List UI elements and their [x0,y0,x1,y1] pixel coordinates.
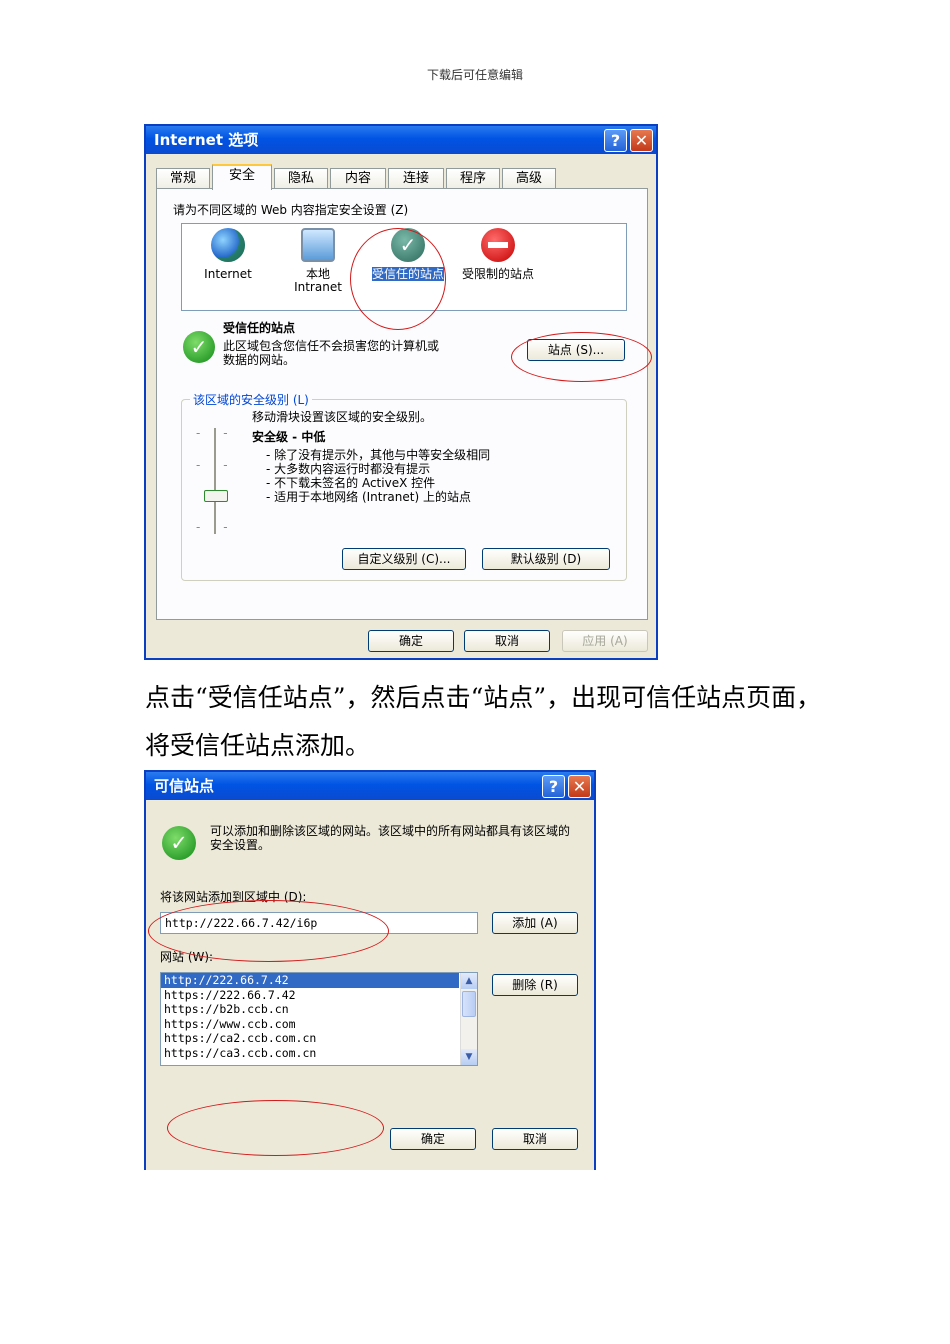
security-level-group: 该区域的安全级别 (L) - - - - - - 移动滑块设置该区域的安全级别。… [181,391,627,581]
list-item[interactable]: https://ca2.ccb.com.cn [161,1031,477,1046]
level-bullet: - 适用于本地网络 (Intranet) 上的站点 [266,490,471,504]
annotation-ellipse [148,900,389,962]
level-bullet: - 除了没有提示外，其他与中等安全级相同 [266,448,491,462]
cancel-button[interactable]: 取消 [492,1128,578,1150]
zone-description: 此区域包含您信任不会损害您的计算机或数据的网站。 [223,339,440,367]
internet-options-dialog: Internet 选项 ? ✕ 常规 安全 隐私 内容 连接 程序 高级 请为不… [144,124,658,660]
slider-tick: - - [196,426,228,440]
tab-programs[interactable]: 程序 [446,168,500,188]
level-title: 安全级 - 中低 [252,430,326,444]
annotation-ellipse [511,332,652,382]
tab-connections[interactable]: 连接 [388,168,444,188]
zone-restricted-sites[interactable]: 受限制的站点 [458,228,538,281]
instruction-paragraph: 点击“受信任站点”，然后点击“站点”，出现可信任站点页面，将受信任站点添加。 [145,683,822,760]
list-item[interactable]: https://b2b.ccb.cn [161,1002,477,1017]
dialog-title: Internet 选项 [146,126,656,154]
list-item[interactable]: http://222.66.7.42 [161,973,459,988]
level-bullet: - 不下载未签名的 ActiveX 控件 [266,476,436,490]
tab-content[interactable]: 内容 [330,168,386,188]
slider-tick: - - [196,458,228,472]
help-button[interactable]: ? [604,129,627,152]
zone-local-intranet[interactable]: 本地 Intranet [278,228,358,294]
ok-button[interactable]: 确定 [368,630,454,652]
zone-label: 本地 Intranet [294,267,342,294]
intranet-icon [301,228,335,262]
close-button[interactable]: ✕ [630,129,653,152]
tab-security[interactable]: 安全 [212,164,272,190]
zone-internet[interactable]: Internet [188,228,268,281]
slider-hint: 移动滑块设置该区域的安全级别。 [252,410,433,424]
close-button[interactable]: ✕ [568,775,591,798]
scrollbar[interactable]: ▲ ▼ [460,973,477,1065]
remove-button[interactable]: 删除 (R) [492,974,578,996]
slider-track [214,428,216,534]
chevron-up-icon[interactable]: ▲ [461,973,477,989]
restricted-icon [481,228,515,262]
zone-heading: 受信任的站点 [223,321,296,335]
zone-label: Internet [204,267,252,281]
default-level-button[interactable]: 默认级别 (D) [482,548,610,570]
add-button[interactable]: 添加 (A) [492,912,578,934]
group-title: 该区域的安全级别 (L) [190,391,312,408]
custom-level-button[interactable]: 自定义级别 (C)... [342,548,466,570]
globe-icon [211,228,245,262]
slider-thumb[interactable] [204,490,228,502]
annotation-ellipse [350,228,446,330]
dialog-title: 可信站点 [146,772,594,800]
check-icon: ✓ [162,826,196,860]
apply-button[interactable]: 应用 (A) [562,630,648,652]
help-button[interactable]: ? [542,775,565,798]
level-bullet: - 大多数内容运行时都没有提示 [266,462,431,476]
info-text: 可以添加和删除该区域的网站。该区域中的所有网站都具有该区域的安全设置。 [210,824,571,852]
zone-prompt: 请为不同区域的 Web 内容指定安全设置 (Z) [173,203,409,217]
tab-privacy[interactable]: 隐私 [274,168,328,188]
ok-button[interactable]: 确定 [390,1128,476,1150]
slider-tick: - - [196,520,228,534]
annotation-ellipse [167,1100,384,1156]
zone-label: 受限制的站点 [461,267,534,281]
websites-list[interactable]: http://222.66.7.42 https://222.66.7.42 h… [160,972,478,1066]
scrollbar-thumb[interactable] [462,991,476,1017]
page-header: 下载后可任意编辑 [426,68,523,82]
list-item[interactable]: https://www.ccb.com [161,1017,477,1032]
tab-general[interactable]: 常规 [156,168,210,188]
tab-advanced[interactable]: 高级 [502,168,556,188]
chevron-down-icon[interactable]: ▼ [461,1049,477,1065]
list-item[interactable]: https://ca3.ccb.com.cn [161,1046,477,1061]
list-item[interactable]: https://222.66.7.42 [161,988,477,1003]
cancel-button[interactable]: 取消 [464,630,550,652]
check-icon: ✓ [183,331,215,363]
